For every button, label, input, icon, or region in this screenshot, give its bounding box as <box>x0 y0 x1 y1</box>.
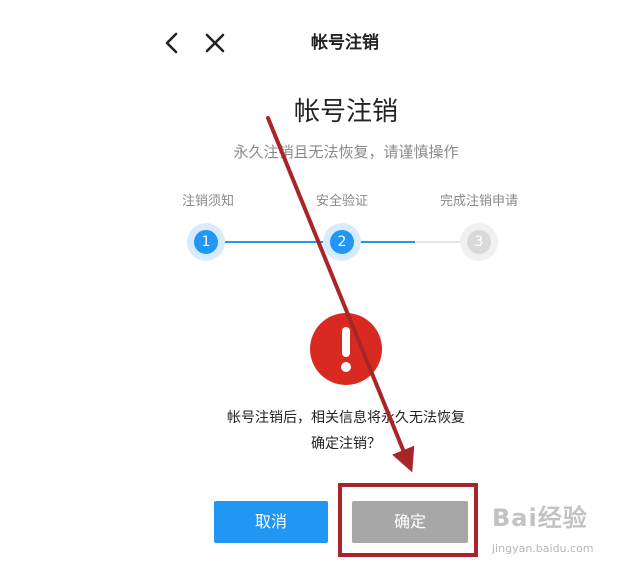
watermark-url: jingyan.baidu.com <box>492 542 594 555</box>
annotation-arrow <box>266 116 415 473</box>
watermark-logo: Bai经验 <box>492 504 588 532</box>
